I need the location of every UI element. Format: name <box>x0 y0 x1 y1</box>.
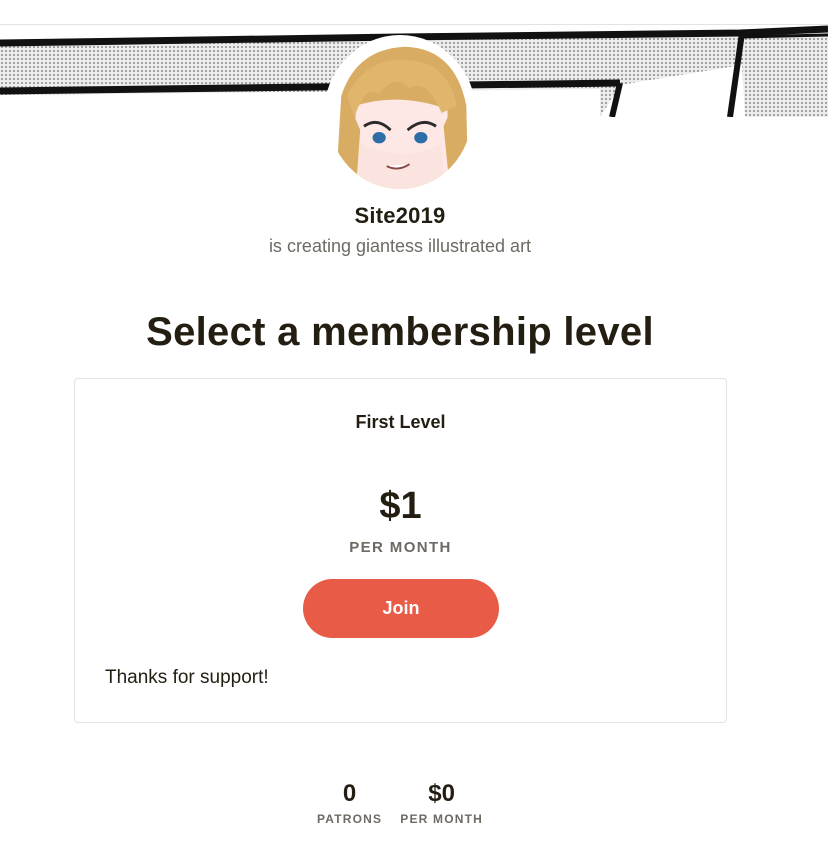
patrons-count: 0 <box>342 780 357 807</box>
earnings-stat: $0 PER MONTH <box>400 780 483 826</box>
tier-period: PER MONTH <box>349 539 452 556</box>
tier-price: $1 <box>379 485 422 527</box>
join-button[interactable]: Join <box>303 579 499 638</box>
page-title: Select a membership level <box>146 310 654 354</box>
patrons-label: PATRONS <box>316 812 383 826</box>
earnings-amount: $0 <box>428 780 455 807</box>
creator-avatar <box>324 35 476 193</box>
creator-name: Site2019 <box>354 203 446 228</box>
creator-stats: 0 PATRONS $0 PER MONTH <box>0 780 800 826</box>
patrons-stat: 0 PATRONS <box>317 780 382 826</box>
tier-name: First Level <box>355 412 446 432</box>
earnings-label: PER MONTH <box>400 812 484 826</box>
creator-tagline: is creating giantess illustrated art <box>268 236 532 256</box>
membership-tier-card: First Level $1 PER MONTH Join Thanks for… <box>74 378 727 723</box>
tier-description: Thanks for support! <box>105 667 269 688</box>
